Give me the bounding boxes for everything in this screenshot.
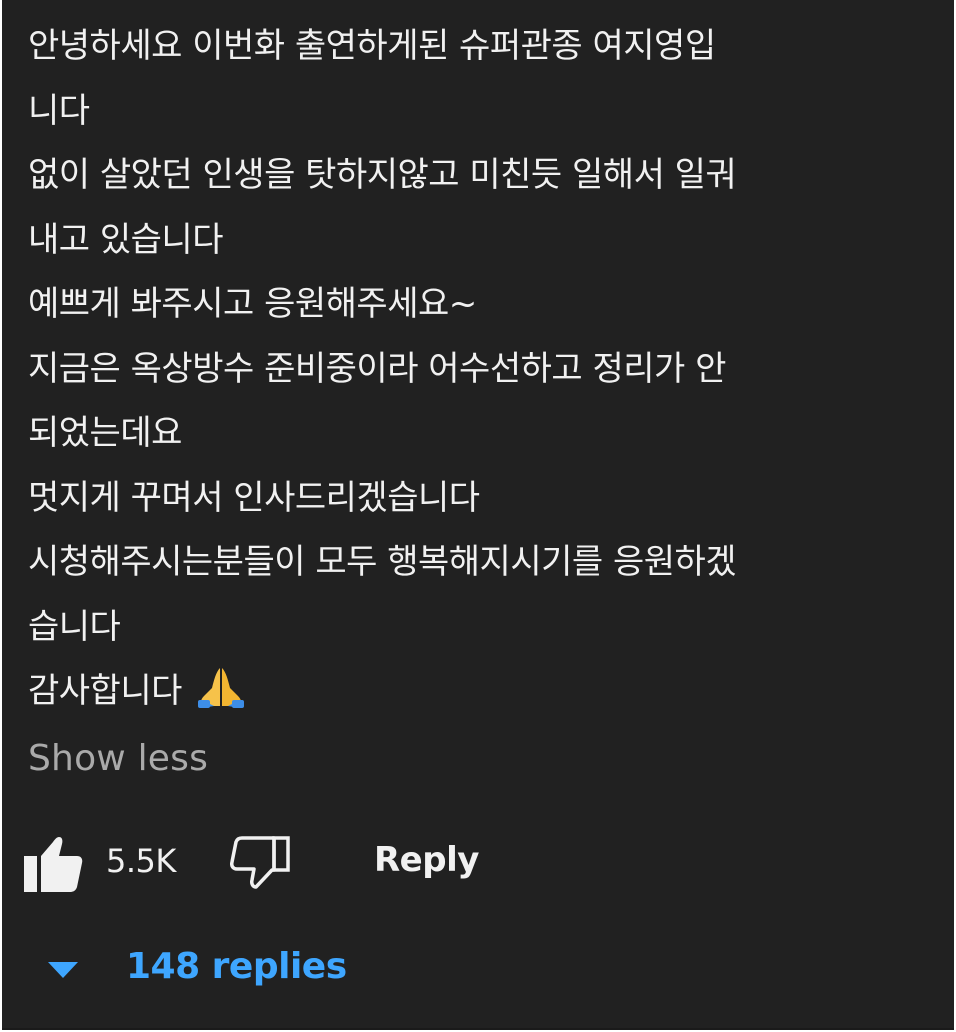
thumbs-up-icon xyxy=(24,837,83,892)
comment-line-text: 감사합니다 xyxy=(28,671,182,711)
comment-line: 내고 있습니다 xyxy=(28,219,224,260)
like-count: 5.5K xyxy=(106,842,176,880)
comment-line: 니다 xyxy=(28,90,90,131)
comment-line: 예쁘게 봐주시고 응원해주세요~ xyxy=(28,284,477,324)
show-less-button[interactable]: Show less xyxy=(28,738,208,779)
dislike-button[interactable] xyxy=(230,832,292,894)
replies-count-label: 148 replies xyxy=(126,946,347,987)
caret-down-icon xyxy=(48,962,78,978)
comment-line: 없이 살았던 인생을 탓하지않고 미친듯 일해서 일궈 xyxy=(28,155,737,195)
comment-line-last: 감사합니다 xyxy=(28,659,928,724)
comment-text: 안녕하세요 이번화 출연하게된 슈퍼관종 여지영입 니다 없이 살았던 인생을 … xyxy=(28,14,928,724)
comment-panel: 안녕하세요 이번화 출연하게된 슈퍼관종 여지영입 니다 없이 살았던 인생을 … xyxy=(2,0,954,1030)
comment-line: 지금은 옥상방수 준비중이라 어수선하고 정리가 안 xyxy=(28,348,726,389)
folded-hands-emoji xyxy=(196,664,246,730)
comment-line: 멋지게 꾸며서 인사드리겠습니다 xyxy=(28,477,480,518)
reply-button[interactable]: Reply xyxy=(374,840,479,880)
thumbs-down-icon xyxy=(230,836,290,889)
comment-line: 시청해주시는분들이 모두 행복해지시기를 응원하겠 xyxy=(28,542,737,582)
comment-line: 습니다 xyxy=(28,606,121,647)
comment-line: 되었는데요 xyxy=(28,413,182,453)
like-button[interactable] xyxy=(22,832,84,894)
comment-line: 안녕하세요 이번화 출연하게된 슈퍼관종 여지영입 xyxy=(28,26,716,66)
